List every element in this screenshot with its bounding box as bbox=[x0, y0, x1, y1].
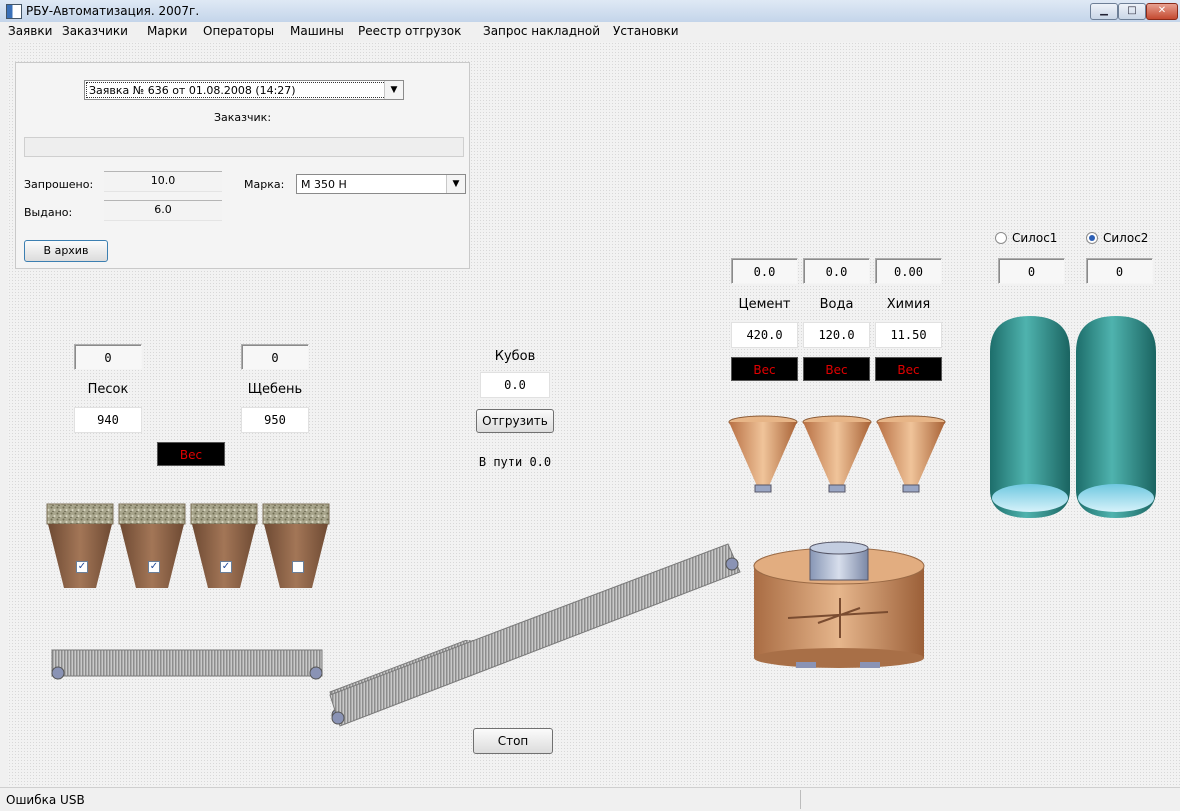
window-title: РБУ-Автоматизация. 2007г. bbox=[26, 4, 200, 18]
close-button[interactable]: ✕ bbox=[1146, 3, 1178, 20]
maximize-button[interactable]: □ bbox=[1118, 3, 1146, 20]
bin-4-checkbox[interactable] bbox=[292, 561, 304, 573]
water-weight-indicator: Вес bbox=[803, 357, 870, 381]
order-select[interactable]: Заявка № 636 от 01.08.2008 (14:27) ▼ bbox=[84, 80, 404, 100]
menu-item-shipment-registry[interactable]: Реестр отгрузок bbox=[358, 24, 461, 38]
app-icon bbox=[6, 4, 22, 19]
grade-label: Марка: bbox=[244, 178, 285, 191]
grade-select-value: М 350 Н bbox=[301, 178, 347, 191]
silo-1 bbox=[990, 316, 1070, 518]
customer-label: Заказчик: bbox=[214, 111, 272, 124]
in-transit-status: В пути 0.0 bbox=[478, 455, 552, 469]
bin-3-checkbox[interactable]: ✓ bbox=[220, 561, 232, 573]
cubes-input[interactable]: 0.0 bbox=[480, 372, 550, 398]
stop-button[interactable]: Стоп bbox=[473, 728, 553, 754]
sand-current-weight: 0 bbox=[74, 344, 142, 370]
gravel-target-input[interactable]: 950 bbox=[241, 407, 309, 433]
chem-current-weight: 0.00 bbox=[875, 258, 942, 284]
menu-item-grades[interactable]: Марки bbox=[147, 24, 187, 38]
menu-item-orders[interactable]: Заявки bbox=[8, 24, 52, 38]
sand-label: Песок bbox=[87, 382, 129, 397]
aggregate-bins bbox=[46, 503, 330, 588]
silo2-radio[interactable] bbox=[1086, 232, 1098, 244]
issued-label: Выдано: bbox=[24, 206, 73, 219]
status-text: Ошибка USB bbox=[6, 793, 85, 807]
issued-value: 6.0 bbox=[104, 200, 222, 221]
silo1-radio[interactable] bbox=[995, 232, 1007, 244]
order-select-value: Заявка № 636 от 01.08.2008 (14:27) bbox=[89, 84, 296, 97]
silo2-weight: 0 bbox=[1086, 258, 1153, 284]
bin-1-checkbox[interactable]: ✓ bbox=[76, 561, 88, 573]
requested-label: Запрошено: bbox=[24, 178, 94, 191]
cement-hopper bbox=[728, 415, 798, 493]
gravel-current-weight: 0 bbox=[241, 344, 309, 370]
chem-target-input[interactable]: 11.50 bbox=[875, 322, 942, 348]
menu-item-operators[interactable]: Операторы bbox=[203, 24, 274, 38]
status-separator bbox=[800, 790, 801, 809]
status-bar: Ошибка USB bbox=[0, 787, 1180, 811]
cement-current-weight: 0.0 bbox=[731, 258, 798, 284]
menu-bar: Заявки Заказчики Марки Операторы Машины … bbox=[0, 22, 1180, 42]
bin-2-checkbox[interactable]: ✓ bbox=[148, 561, 160, 573]
bin-1 bbox=[46, 503, 114, 588]
sand-target-input[interactable]: 940 bbox=[74, 407, 142, 433]
water-target-input[interactable]: 120.0 bbox=[803, 322, 870, 348]
menu-item-machines[interactable]: Машины bbox=[290, 24, 344, 38]
horizontal-conveyor bbox=[51, 649, 323, 680]
chem-weight-indicator: Вес bbox=[875, 357, 942, 381]
silo2-label: Силос2 bbox=[1103, 231, 1149, 245]
menu-item-customers[interactable]: Заказчики bbox=[62, 24, 128, 38]
inclined-conveyor-belt bbox=[329, 543, 741, 727]
archive-button[interactable]: В архив bbox=[24, 240, 108, 262]
menu-item-invoice-request[interactable]: Запрос накладной bbox=[483, 24, 600, 38]
cement-target-input[interactable]: 420.0 bbox=[731, 322, 798, 348]
title-bar[interactable]: РБУ-Автоматизация. 2007г. ▁ □ ✕ bbox=[0, 0, 1180, 23]
dosing-hoppers bbox=[728, 415, 946, 493]
chem-hopper bbox=[876, 415, 946, 493]
silo1-weight: 0 bbox=[998, 258, 1065, 284]
cement-weight-indicator: Вес bbox=[731, 357, 798, 381]
ship-button[interactable]: Отгрузить bbox=[476, 409, 554, 433]
menu-item-settings[interactable]: Установки bbox=[613, 24, 679, 38]
requested-value: 10.0 bbox=[104, 171, 222, 192]
cubes-label: Кубов bbox=[494, 349, 536, 364]
bin-2 bbox=[118, 503, 186, 588]
cement-label: Цемент bbox=[738, 297, 791, 312]
silo1-label: Силос1 bbox=[1012, 231, 1058, 245]
aggregate-weight-indicator: Вес bbox=[157, 442, 225, 466]
cement-silos bbox=[990, 316, 1156, 518]
water-current-weight: 0.0 bbox=[803, 258, 870, 284]
silo-2 bbox=[1076, 316, 1156, 518]
water-hopper bbox=[802, 415, 872, 493]
chevron-down-icon[interactable]: ▼ bbox=[384, 81, 403, 99]
customer-field bbox=[24, 137, 464, 157]
gravel-label: Щебень bbox=[247, 382, 303, 397]
grade-select[interactable]: М 350 Н ▼ bbox=[296, 174, 466, 194]
water-label: Вода bbox=[819, 297, 854, 312]
bin-3 bbox=[190, 503, 258, 588]
chem-label: Химия bbox=[886, 297, 931, 312]
minimize-button[interactable]: ▁ bbox=[1090, 3, 1118, 20]
chevron-down-icon[interactable]: ▼ bbox=[446, 175, 465, 193]
mixer bbox=[753, 541, 925, 668]
